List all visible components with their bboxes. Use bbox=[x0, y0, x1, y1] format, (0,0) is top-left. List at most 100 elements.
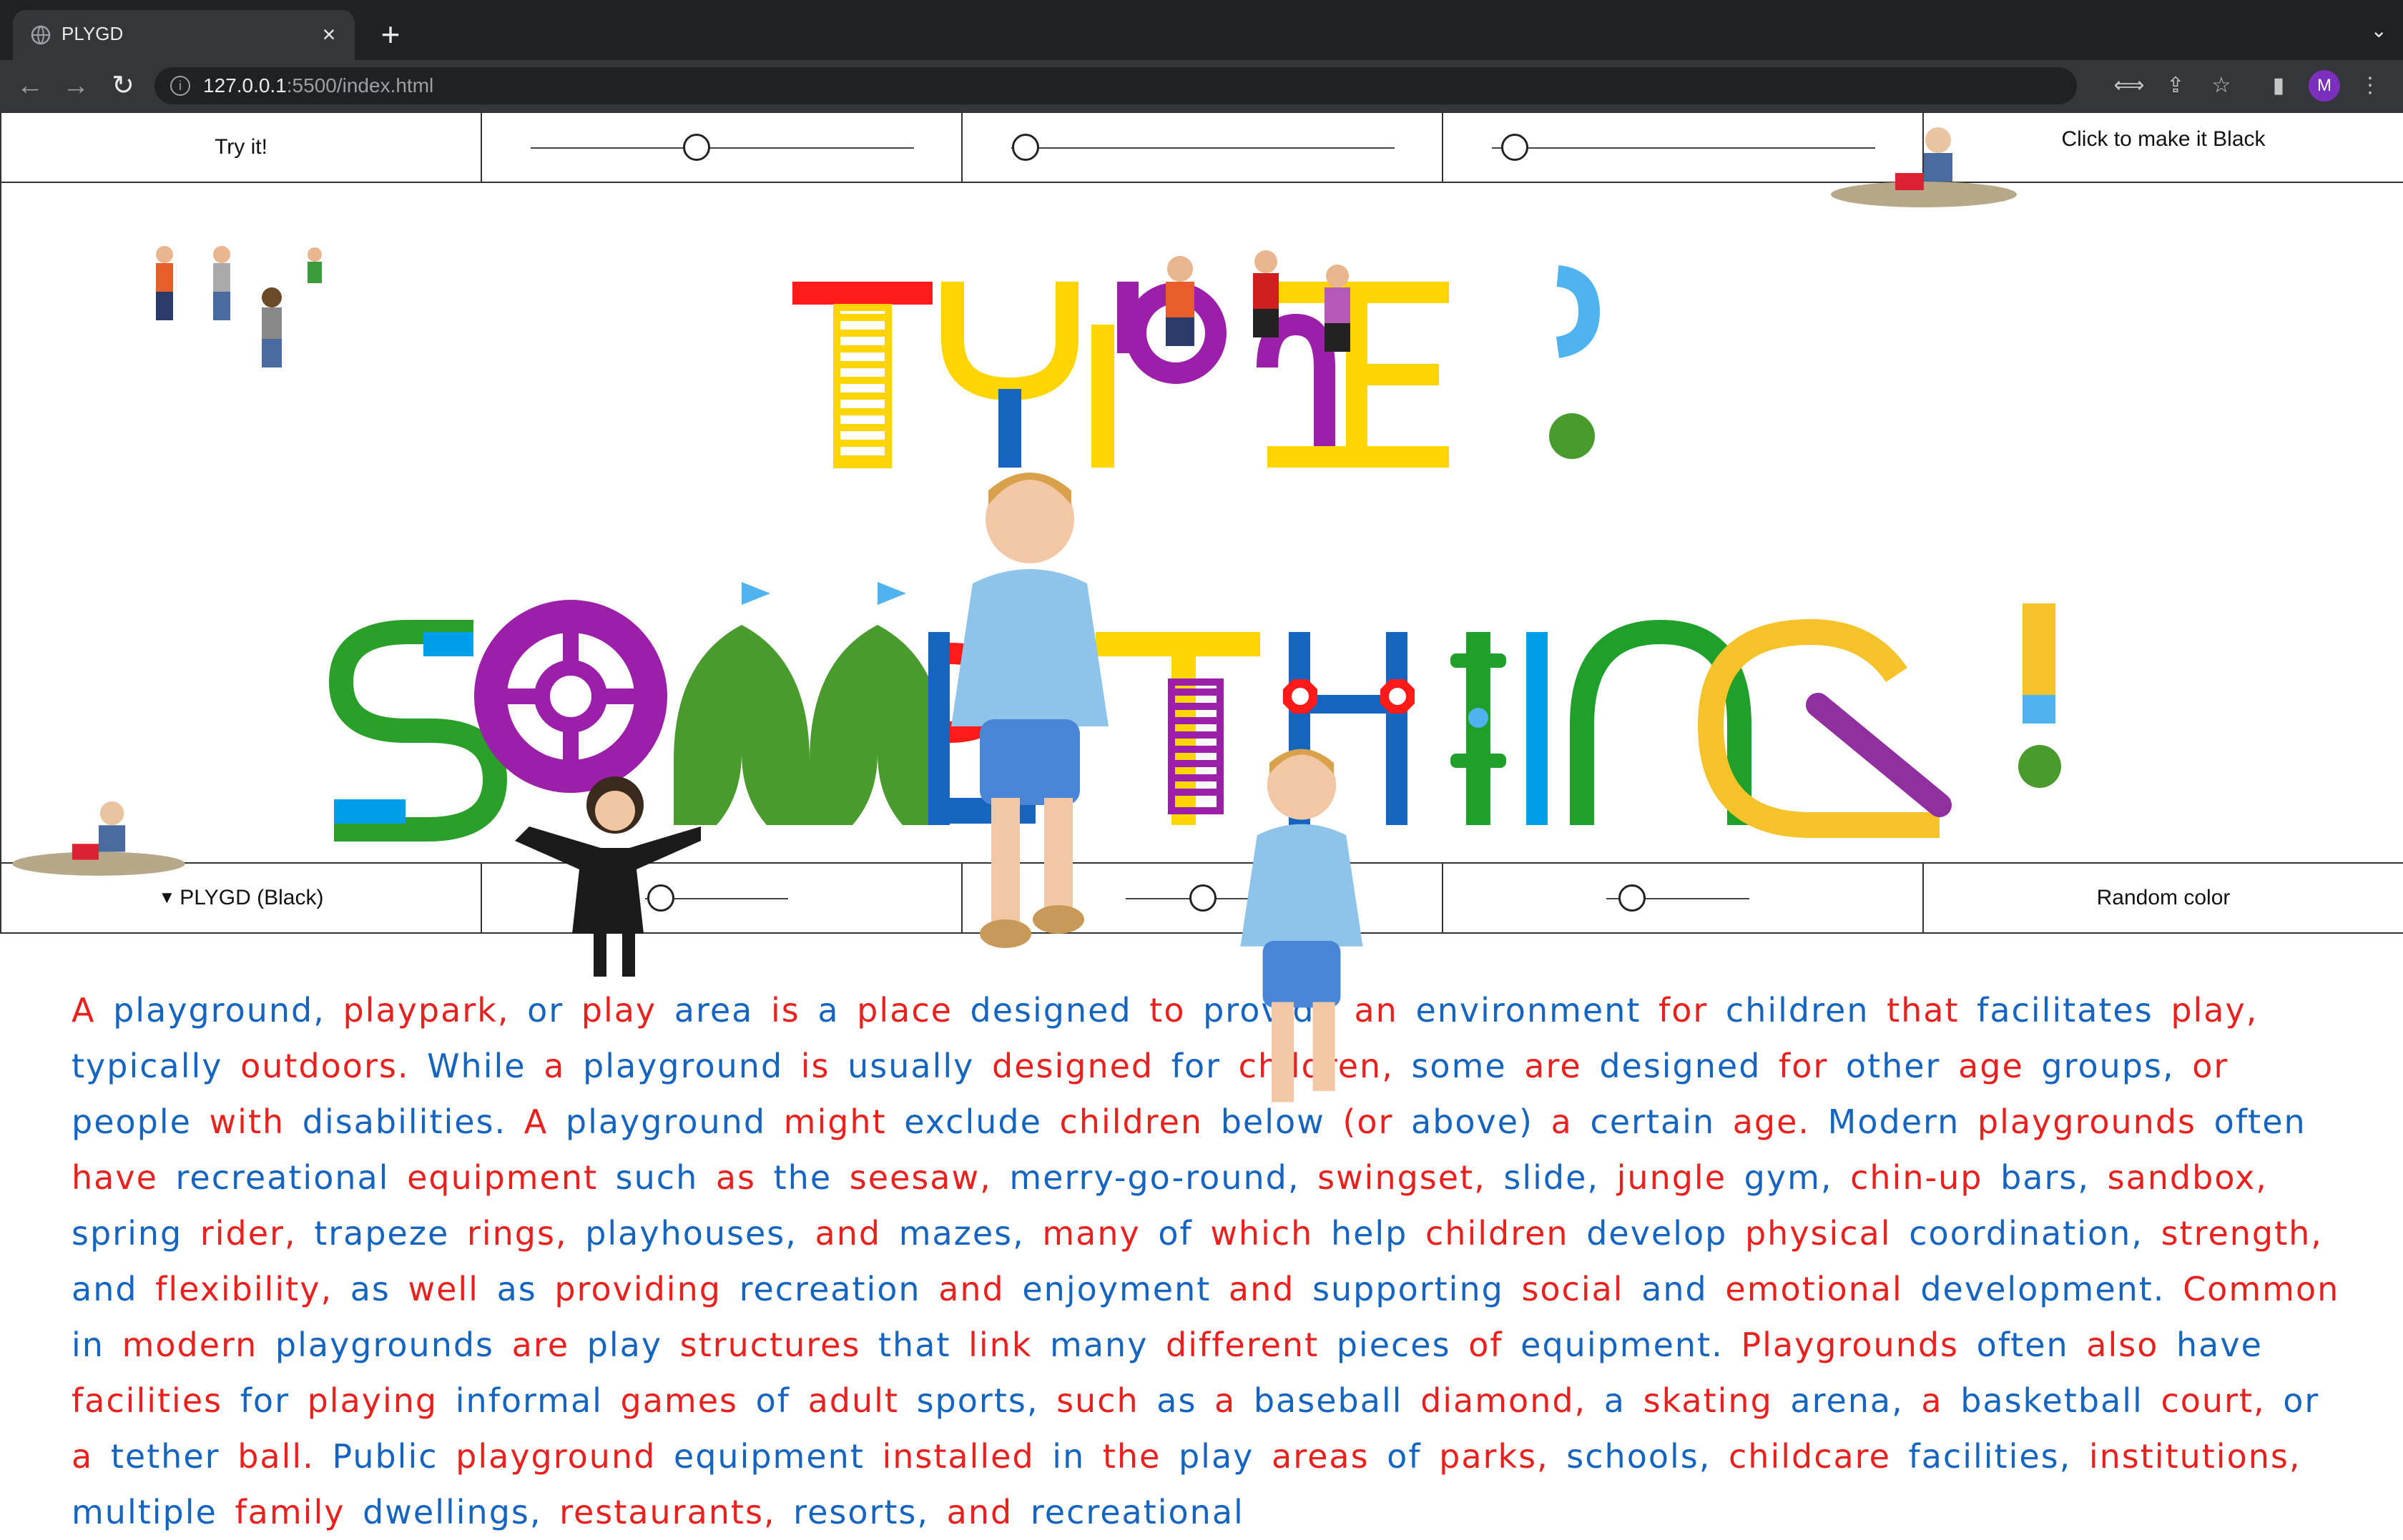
paragraph-word: and bbox=[72, 1270, 156, 1308]
sandbox-boy-image-2 bbox=[12, 801, 185, 876]
paragraph-word: structures bbox=[679, 1326, 879, 1364]
star-icon[interactable]: ☆ bbox=[2206, 70, 2237, 102]
paragraph-word: areas bbox=[1272, 1437, 1387, 1476]
tab-search-chevron-icon[interactable]: ⌄ bbox=[2371, 19, 2387, 42]
paragraph-word: some bbox=[1411, 1047, 1525, 1085]
page: Try it! Click to make it Black ▼ PLYGD (… bbox=[0, 112, 2403, 1531]
paragraph-word: trapeze bbox=[314, 1214, 467, 1253]
translate-icon[interactable]: ⟺ bbox=[2113, 70, 2145, 102]
paragraph-word: for bbox=[1779, 1047, 1846, 1085]
paragraph-word: a bbox=[1551, 1102, 1591, 1141]
paragraph-word: playing bbox=[307, 1381, 456, 1420]
paragraph-word: often bbox=[2213, 1102, 2306, 1141]
paragraph-word: and bbox=[815, 1214, 899, 1253]
paragraph-word: installed bbox=[882, 1437, 1053, 1476]
sandbox-boy-image bbox=[1831, 127, 2017, 207]
close-tab-icon[interactable]: × bbox=[315, 20, 343, 49]
paragraph-word: basketball bbox=[1960, 1381, 2161, 1420]
paragraph-word: arena, bbox=[1790, 1381, 1922, 1420]
jumping-kids-image bbox=[1166, 250, 1350, 352]
paragraph-word: for bbox=[1658, 991, 1726, 1030]
paragraph-word: often bbox=[1976, 1326, 2087, 1364]
info-icon[interactable]: i bbox=[170, 76, 190, 96]
paragraph-word: place bbox=[857, 991, 970, 1030]
browser-tab[interactable]: PLYGD × bbox=[13, 10, 355, 60]
paragraph-word: and bbox=[946, 1493, 1031, 1531]
paragraph-word: A bbox=[524, 1102, 566, 1141]
slider-6[interactable] bbox=[1443, 864, 1924, 932]
paragraph-word: childcare bbox=[1729, 1437, 1909, 1476]
sample-paragraph: A playground, playpark, or play area is … bbox=[72, 982, 2346, 1540]
slider-1[interactable] bbox=[482, 113, 963, 182]
paragraph-word: children bbox=[1725, 991, 1887, 1030]
paragraph-word: as bbox=[350, 1270, 408, 1308]
paragraph-word: many bbox=[1042, 1214, 1159, 1253]
girl-jumping-image bbox=[515, 776, 701, 977]
paragraph-word: children bbox=[1425, 1214, 1587, 1253]
paragraph-word: area bbox=[674, 991, 771, 1030]
paragraph-word: schools, bbox=[1566, 1437, 1729, 1476]
forward-icon[interactable]: → bbox=[57, 67, 94, 104]
menu-icon[interactable]: ⋮ bbox=[2354, 70, 2386, 102]
paragraph-word: baseball bbox=[1253, 1381, 1421, 1420]
slider-5-knob[interactable] bbox=[1189, 884, 1217, 912]
new-tab-button[interactable]: + bbox=[372, 16, 409, 53]
paragraph-word: rings, bbox=[466, 1214, 586, 1253]
paragraph-word: play, bbox=[2171, 991, 2259, 1030]
paragraph-word: family bbox=[235, 1493, 363, 1531]
paragraph-word: disabilities. bbox=[302, 1102, 524, 1141]
paragraph-word: playground bbox=[583, 1047, 801, 1085]
paragraph-word: people bbox=[72, 1102, 210, 1141]
slider-1-knob[interactable] bbox=[683, 134, 710, 161]
paragraph-word: exclude bbox=[904, 1102, 1060, 1141]
paragraph-word: a bbox=[1603, 1381, 1643, 1420]
tab-title: PLYGD bbox=[62, 23, 124, 44]
slider-2[interactable] bbox=[963, 113, 1443, 182]
back-icon[interactable]: ← bbox=[11, 67, 49, 104]
paragraph-word: playground, bbox=[113, 991, 343, 1030]
paragraph-word: a bbox=[817, 991, 857, 1030]
sidepanel-icon[interactable]: ▮ bbox=[2263, 70, 2294, 102]
paragraph-word: a bbox=[544, 1047, 584, 1085]
paragraph-word: institutions, bbox=[2088, 1437, 2301, 1476]
paragraph-word: such bbox=[1056, 1381, 1157, 1420]
paragraph-word: recreation bbox=[739, 1270, 939, 1308]
paragraph-word: play bbox=[581, 991, 674, 1030]
paragraph-word: have bbox=[2176, 1326, 2263, 1364]
paragraph-word: Modern bbox=[1827, 1102, 1977, 1141]
slider-6-knob[interactable] bbox=[1618, 884, 1646, 912]
avatar[interactable]: M bbox=[2309, 70, 2340, 102]
reload-icon[interactable]: ↻ bbox=[104, 67, 142, 104]
paragraph-word: that bbox=[878, 1326, 969, 1364]
slider-2-knob[interactable] bbox=[1012, 134, 1039, 161]
paragraph-word: coordination, bbox=[1909, 1214, 2161, 1253]
paragraph-word: spring bbox=[72, 1214, 200, 1253]
paragraph-word: chin-up bbox=[1850, 1158, 2001, 1197]
paragraph-word: rider, bbox=[200, 1214, 315, 1253]
paragraph-word: Playgrounds bbox=[1741, 1326, 1977, 1364]
paragraph-word: mazes, bbox=[898, 1214, 1043, 1253]
try-it-button[interactable]: Try it! bbox=[1, 113, 482, 182]
paragraph-word: development. bbox=[1920, 1270, 2183, 1308]
paragraph-word: a bbox=[1921, 1381, 1961, 1420]
url-text[interactable]: 127.0.0.1:5500/index.html bbox=[203, 74, 433, 97]
paragraph-word: restaurants, bbox=[559, 1493, 794, 1531]
paragraph-word: slide, bbox=[1503, 1158, 1617, 1197]
paragraph-word: parks, bbox=[1439, 1437, 1567, 1476]
paragraph-word: playgrounds bbox=[275, 1326, 512, 1364]
address-bar[interactable]: i 127.0.0.1:5500/index.html bbox=[154, 67, 2077, 104]
paragraph-word: in bbox=[1052, 1437, 1103, 1476]
share-icon[interactable]: ⇪ bbox=[2160, 70, 2191, 102]
random-color-button[interactable]: Random color bbox=[1924, 864, 2403, 932]
paragraph-word: sandbox, bbox=[2107, 1158, 2268, 1197]
paragraph-word: playground bbox=[456, 1437, 674, 1476]
paragraph-word: above) bbox=[1411, 1102, 1551, 1141]
paragraph-word: is bbox=[770, 991, 818, 1030]
paragraph-word: age bbox=[1958, 1047, 2042, 1085]
paragraph-word: sports, bbox=[916, 1381, 1057, 1420]
paragraph-word: or bbox=[527, 991, 581, 1030]
paragraph-word: of bbox=[1158, 1214, 1211, 1253]
paragraph-word: facilitates bbox=[1977, 991, 2171, 1030]
paragraph-word: and bbox=[938, 1270, 1023, 1308]
slider-3-knob[interactable] bbox=[1501, 134, 1528, 161]
